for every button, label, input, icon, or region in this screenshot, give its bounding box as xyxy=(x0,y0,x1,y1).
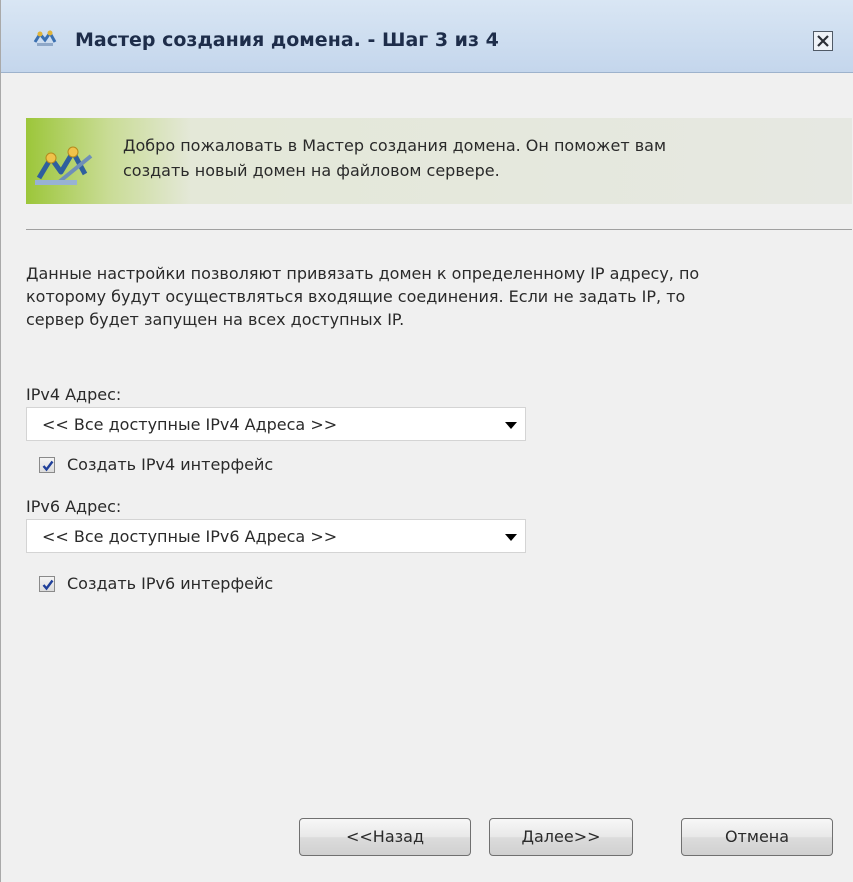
checkmark-icon xyxy=(42,460,54,472)
ipv4-interface-checkbox[interactable] xyxy=(39,457,55,473)
next-button[interactable]: Далее>> xyxy=(489,818,633,856)
cancel-button[interactable]: Отмена xyxy=(681,818,833,856)
domain-wizard-icon xyxy=(31,28,59,50)
description-line: Данные настройки позволяют привязать дом… xyxy=(26,264,700,283)
dropdown-arrow-icon[interactable] xyxy=(505,534,517,541)
ipv6-selected-value: << Все доступные IPv6 Адреса >> xyxy=(42,527,338,546)
ipv6-interface-label: Создать IPv6 интерфейс xyxy=(67,574,274,593)
domain-wizard-icon xyxy=(31,138,107,188)
ipv6-interface-checkbox[interactable] xyxy=(39,576,55,592)
back-button[interactable]: <<Назад xyxy=(299,818,471,856)
ipv4-interface-label: Создать IPv4 интерфейс xyxy=(67,455,274,474)
domain-wizard-dialog: Мастер создания домена. - Шаг 3 из 4 Доб… xyxy=(0,0,853,882)
settings-description: Данные настройки позволяют привязать дом… xyxy=(26,262,853,331)
separator xyxy=(26,229,852,230)
welcome-text: Добро пожаловать в Мастер создания домен… xyxy=(123,133,823,183)
window-title: Мастер создания домена. - Шаг 3 из 4 xyxy=(75,29,499,51)
ipv4-address-select[interactable]: << Все доступные IPv4 Адреса >> xyxy=(26,407,526,441)
close-icon xyxy=(817,35,829,47)
title-bar[interactable]: Мастер создания домена. - Шаг 3 из 4 xyxy=(1,0,853,73)
close-button[interactable] xyxy=(813,31,833,51)
ipv4-selected-value: << Все доступные IPv4 Адреса >> xyxy=(42,415,338,434)
checkmark-icon xyxy=(42,579,54,591)
description-line: сервер будет запущен на всех доступных I… xyxy=(26,310,405,329)
ipv4-label: IPv4 Адрес: xyxy=(26,385,122,404)
dropdown-arrow-icon[interactable] xyxy=(505,422,517,429)
ipv6-address-select[interactable]: << Все доступные IPv6 Адреса >> xyxy=(26,519,526,553)
ipv6-label: IPv6 Адрес: xyxy=(26,497,122,516)
welcome-text-line: создать новый домен на файловом сервере. xyxy=(123,161,500,180)
welcome-text-line: Добро пожаловать в Мастер создания домен… xyxy=(123,136,667,155)
description-line: которому будут осуществляться входящие с… xyxy=(26,287,686,306)
